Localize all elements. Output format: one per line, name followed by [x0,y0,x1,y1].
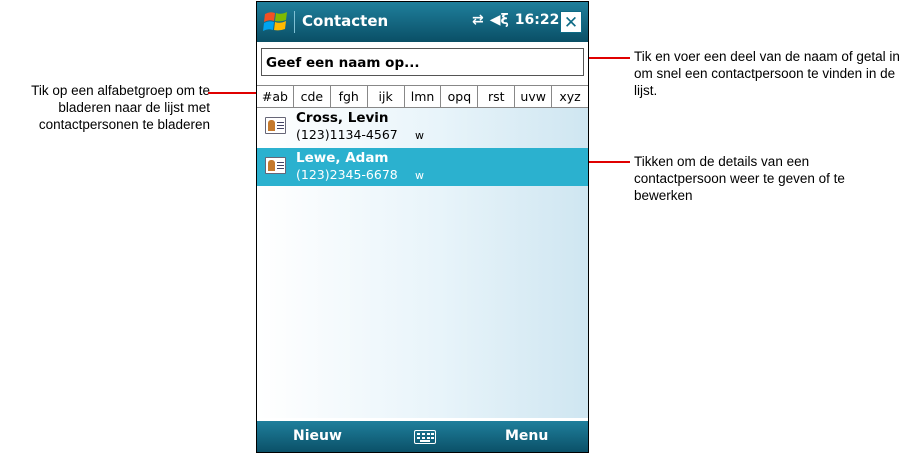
search-area: Geef een naam op... [257,42,588,85]
phone-type: w [415,129,424,142]
alpha-tab-rst[interactable]: rst [478,86,516,107]
app-title: Contacten [302,12,389,30]
callout-details: Tikken om de details van een contactpers… [634,154,845,203]
contact-name: Cross, Levin [296,110,389,126]
phone-type: w [415,169,424,182]
connectivity-icon[interactable]: ⇄ [472,12,484,28]
keyboard-icon[interactable] [414,430,436,444]
windows-start-icon[interactable] [262,8,290,36]
alpha-tab-lmn[interactable]: lmn [405,86,442,107]
alpha-tab-xyz[interactable]: xyz [552,86,588,107]
alpha-tab-opq[interactable]: opq [441,86,479,107]
contact-list[interactable]: Cross, Levin (123)1134-4567 w Lewe, Adam… [257,108,588,418]
device-screen: Contacten ⇄ ◀ξ 16:22 ✕ Geef een naam op...… [256,1,589,453]
callout-search: Tik en voer een deel van de naam of geta… [634,49,900,98]
new-button[interactable]: Nieuw [293,428,342,444]
contact-phone: (123)2345-6678 [296,167,398,182]
status-icons: ⇄ ◀ξ 16:22 [472,12,565,28]
title-bar: Contacten ⇄ ◀ξ 16:22 ✕ [257,2,588,42]
contact-card-icon [265,157,286,174]
volume-icon[interactable]: ◀ξ [490,12,509,28]
close-button[interactable]: ✕ [560,11,582,33]
alpha-tab-cde[interactable]: cde [294,86,331,107]
clock[interactable]: 16:22 [515,12,560,28]
menu-button[interactable]: Menu [505,428,548,444]
contact-name: Lewe, Adam [296,150,389,166]
search-input[interactable]: Geef een naam op... [261,48,584,76]
list-item[interactable]: Cross, Levin (123)1134-4567 w [257,108,588,146]
softkey-bar: Nieuw Menu [257,421,588,452]
alphabet-tabs: #ab cde fgh ijk lmn opq rst uvw xyz [257,85,588,108]
alpha-tab-uvw[interactable]: uvw [515,86,553,107]
callout-alphabet-groups: Tik op een alfabetgroep om te bladeren n… [31,83,210,132]
alpha-tab-ab[interactable]: #ab [257,86,294,107]
contact-card-icon [265,117,286,134]
list-item[interactable]: Lewe, Adam (123)2345-6678 w [257,148,588,186]
contact-phone: (123)1134-4567 [296,127,398,142]
title-separator [294,11,295,33]
alpha-tab-fgh[interactable]: fgh [331,86,368,107]
alpha-tab-ijk[interactable]: ijk [368,86,405,107]
